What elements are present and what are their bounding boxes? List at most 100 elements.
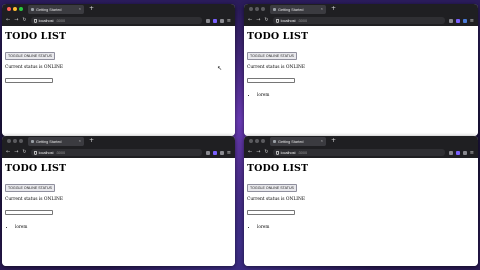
- tab-close-icon[interactable]: ×: [321, 138, 323, 143]
- address-bar[interactable]: localhost:3000: [30, 149, 202, 156]
- reload-icon[interactable]: ↻: [22, 147, 26, 158]
- tab-getting-started[interactable]: Getting Started ×: [270, 5, 326, 14]
- list-item: lorem: [257, 224, 475, 229]
- todo-list: lorem: [255, 224, 475, 229]
- close-window-button[interactable]: [7, 139, 11, 143]
- list-item: lorem: [257, 92, 475, 97]
- zoom-window-button[interactable]: [261, 7, 265, 11]
- back-arrow-icon[interactable]: ←: [248, 15, 252, 26]
- puzzle-icon[interactable]: [462, 18, 467, 23]
- url-port: :3000: [297, 150, 308, 155]
- toggle-online-status-button[interactable]: TOGGLE ONLINE STATUS: [5, 52, 55, 60]
- tab-title: Getting Started: [36, 7, 62, 12]
- shield-icon: [33, 18, 37, 23]
- new-tab-button[interactable]: +: [89, 4, 94, 13]
- minimize-window-button[interactable]: [13, 7, 17, 11]
- reload-icon[interactable]: ↻: [22, 15, 26, 26]
- browser-window-bottom-right: Getting Started × + ← → ↻ localhost:3000…: [244, 136, 478, 266]
- page-title: TODO LIST: [5, 31, 67, 42]
- tab-close-icon[interactable]: ×: [79, 6, 81, 11]
- url-host: localhost: [280, 150, 296, 155]
- forward-arrow-icon[interactable]: →: [14, 147, 18, 158]
- nav-bar: ← → ↻ localhost:3000 ≡: [244, 147, 478, 158]
- minimize-window-button[interactable]: [255, 7, 259, 11]
- new-tab-button[interactable]: +: [331, 4, 336, 13]
- todo-input[interactable]: [247, 210, 295, 215]
- url-port: :3000: [297, 18, 308, 23]
- zoom-window-button[interactable]: [261, 139, 265, 143]
- page-content: TODO LIST TOGGLE ONLINE STATUS Current s…: [244, 26, 478, 136]
- address-bar[interactable]: localhost:3000: [272, 17, 445, 24]
- pocket-icon[interactable]: [448, 150, 453, 155]
- forward-arrow-icon[interactable]: →: [256, 15, 260, 26]
- tab-getting-started[interactable]: Getting Started ×: [28, 137, 84, 146]
- page-title: TODO LIST: [5, 163, 67, 174]
- toolbar-extensions: ≡: [205, 18, 231, 24]
- hamburger-menu-icon[interactable]: ≡: [470, 18, 474, 24]
- forward-arrow-icon[interactable]: →: [256, 147, 260, 158]
- puzzle-icon[interactable]: [219, 150, 224, 155]
- list-item: lorem: [15, 224, 232, 229]
- address-bar[interactable]: localhost:3000: [272, 149, 445, 156]
- nav-bar: ← → ↻ localhost:3000 ≡: [2, 15, 235, 26]
- hamburger-menu-icon[interactable]: ≡: [227, 150, 231, 156]
- new-tab-button[interactable]: +: [331, 136, 336, 145]
- url-port: :3000: [55, 150, 66, 155]
- nav-bar: ← → ↻ localhost:3000 ≡: [244, 15, 478, 26]
- toggle-online-status-button[interactable]: TOGGLE ONLINE STATUS: [247, 52, 297, 60]
- todo-list: lorem: [13, 224, 232, 229]
- extension-icon[interactable]: [212, 18, 217, 23]
- toggle-online-status-button[interactable]: TOGGLE ONLINE STATUS: [247, 184, 297, 192]
- favicon-icon: [273, 8, 276, 11]
- todo-input[interactable]: [5, 210, 53, 215]
- todo-input[interactable]: [247, 78, 295, 83]
- toggle-online-status-button[interactable]: TOGGLE ONLINE STATUS: [5, 184, 55, 192]
- tab-bar: Getting Started × +: [2, 136, 235, 146]
- new-tab-button[interactable]: +: [89, 136, 94, 145]
- status-text: Current status is ONLINE: [5, 197, 64, 202]
- tab-bar: Getting Started × +: [244, 136, 478, 146]
- reload-icon[interactable]: ↻: [264, 15, 268, 26]
- extension-icon[interactable]: [455, 18, 460, 23]
- close-window-button[interactable]: [249, 139, 253, 143]
- pocket-icon[interactable]: [205, 18, 210, 23]
- forward-arrow-icon[interactable]: →: [14, 15, 18, 26]
- tab-bar: Getting Started × +: [2, 4, 235, 14]
- reload-icon[interactable]: ↻: [264, 147, 268, 158]
- minimize-window-button[interactable]: [13, 139, 17, 143]
- url-port: :3000: [55, 18, 66, 23]
- extension-icon[interactable]: [212, 150, 217, 155]
- favicon-icon: [273, 140, 276, 143]
- close-window-button[interactable]: [7, 7, 11, 11]
- tab-close-icon[interactable]: ×: [321, 6, 323, 11]
- back-arrow-icon[interactable]: ←: [248, 147, 252, 158]
- status-text: Current status is ONLINE: [247, 197, 306, 202]
- url-host: localhost: [38, 150, 54, 155]
- zoom-window-button[interactable]: [19, 139, 23, 143]
- tab-title: Getting Started: [278, 139, 304, 144]
- pocket-icon[interactable]: [205, 150, 210, 155]
- pocket-icon[interactable]: [448, 18, 453, 23]
- back-arrow-icon[interactable]: ←: [6, 147, 10, 158]
- minimize-window-button[interactable]: [255, 139, 259, 143]
- nav-bar: ← → ↻ localhost:3000 ≡: [2, 147, 235, 158]
- hamburger-menu-icon[interactable]: ≡: [227, 18, 231, 24]
- back-arrow-icon[interactable]: ←: [6, 15, 10, 26]
- extension-icon[interactable]: [455, 150, 460, 155]
- address-bar[interactable]: localhost:3000: [30, 17, 202, 24]
- zoom-window-button[interactable]: [19, 7, 23, 11]
- todo-input[interactable]: [5, 78, 53, 83]
- tab-getting-started[interactable]: Getting Started ×: [270, 137, 326, 146]
- browser-window-top-left: Getting Started × + ← → ↻ localhost:3000…: [2, 4, 235, 136]
- browser-window-top-right: Getting Started × + ← → ↻ localhost:3000…: [244, 4, 478, 136]
- toolbar-extensions: ≡: [205, 150, 231, 156]
- browser-chrome: Getting Started × + ← → ↻ localhost:3000…: [244, 4, 478, 26]
- puzzle-icon[interactable]: [219, 18, 224, 23]
- tab-getting-started[interactable]: Getting Started ×: [28, 5, 84, 14]
- favicon-icon: [31, 8, 34, 11]
- puzzle-icon[interactable]: [462, 150, 467, 155]
- close-window-button[interactable]: [249, 7, 253, 11]
- tab-title: Getting Started: [36, 139, 62, 144]
- tab-close-icon[interactable]: ×: [79, 138, 81, 143]
- hamburger-menu-icon[interactable]: ≡: [470, 150, 474, 156]
